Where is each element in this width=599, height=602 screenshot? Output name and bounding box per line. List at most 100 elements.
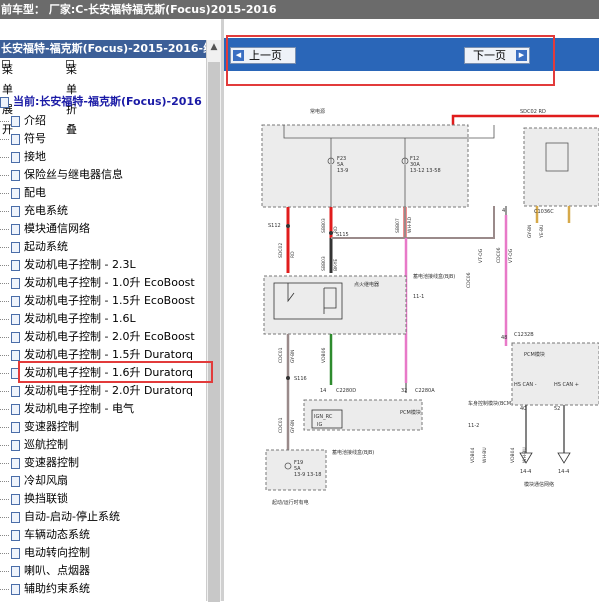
fuse-box-top bbox=[261, 124, 469, 208]
svg-text:GY-BN: GY-BN bbox=[290, 420, 296, 433]
tree-item[interactable]: 换挡联锁 bbox=[0, 490, 68, 508]
tree-item-label: 冷却风扇 bbox=[24, 474, 68, 487]
tree-item[interactable]: 辅助约束系统 bbox=[0, 580, 90, 598]
svg-text:模块通信网络: 模块通信网络 bbox=[524, 481, 554, 488]
document-icon bbox=[11, 241, 20, 253]
tree-item[interactable]: 变速器控制 bbox=[0, 418, 79, 436]
tree-item-label: 发动机电子控制 - 2.0升 Duratorq bbox=[24, 384, 194, 397]
tree-item[interactable]: 发动机电子控制 - 1.5升 EcoBoost bbox=[0, 292, 195, 310]
document-icon bbox=[11, 493, 20, 505]
tree-connector bbox=[0, 588, 9, 590]
svg-text:BK-YE: BK-YE bbox=[333, 259, 339, 271]
tree-item[interactable]: 发动机电子控制 - 2.3L bbox=[0, 256, 136, 274]
tree-item-label: 变速器控制 bbox=[24, 420, 79, 433]
svg-text:PCM模块: PCM模块 bbox=[524, 351, 545, 358]
tree-item[interactable]: 发动机电子控制 - 电气 bbox=[0, 400, 134, 418]
relay-box-top bbox=[523, 127, 599, 207]
tree-connector bbox=[0, 264, 9, 266]
svg-text:WH-BU: WH-BU bbox=[482, 447, 488, 463]
tree-connector bbox=[0, 192, 9, 194]
tree-item-label: 充电系统 bbox=[24, 204, 68, 217]
document-icon bbox=[11, 583, 20, 595]
tree-connector bbox=[0, 138, 9, 140]
tree-item-label: 发动机电子控制 - 1.6L bbox=[24, 312, 136, 325]
svg-text:YE-BU: YE-BU bbox=[539, 225, 545, 239]
svg-text:RD: RD bbox=[290, 251, 296, 258]
tree-item[interactable]: 保险丝与继电器信息 bbox=[0, 166, 123, 184]
svg-text:14-4: 14-4 bbox=[520, 469, 531, 475]
tree-item[interactable]: 起动系统 bbox=[0, 238, 68, 256]
tree-item[interactable]: 冷却风扇 bbox=[0, 472, 68, 490]
tree-item[interactable]: 车辆动态系统 bbox=[0, 526, 90, 544]
svg-text:4: 4 bbox=[502, 208, 505, 214]
tree-item-label: 发动机电子控制 - 1.5升 Duratorq bbox=[24, 348, 194, 361]
tree-root[interactable]: 当前:长安福特-福克斯(Focus)-2016 bbox=[0, 93, 202, 110]
tree-connector bbox=[0, 282, 9, 284]
svg-text:HS CAN -: HS CAN - bbox=[514, 382, 537, 388]
tree-connector bbox=[0, 372, 9, 374]
tree-item-label: 发动机电子控制 - 电气 bbox=[24, 402, 134, 415]
document-icon bbox=[11, 565, 20, 577]
tree-item[interactable]: 充电系统 bbox=[0, 202, 68, 220]
tree-item-label: 车辆动态系统 bbox=[24, 528, 90, 541]
tree-item[interactable]: 发动机电子控制 - 1.6L bbox=[0, 310, 136, 328]
tree-item-label: 换挡联锁 bbox=[24, 492, 68, 505]
tree-item[interactable]: 符号 bbox=[0, 130, 46, 148]
svg-text:VDB04: VDB04 bbox=[470, 448, 476, 463]
tree-item-label: 辅助约束系统 bbox=[24, 582, 90, 595]
tree-connector bbox=[0, 516, 9, 518]
tree-item[interactable]: 配电 bbox=[0, 184, 46, 202]
svg-text:车身控制模块(BCM): 车身控制模块(BCM) bbox=[468, 400, 513, 407]
tree-connector bbox=[0, 570, 9, 572]
svg-text:CDC06: CDC06 bbox=[496, 247, 502, 263]
tree-connector bbox=[0, 462, 9, 464]
svg-text:CDC01: CDC01 bbox=[278, 417, 284, 433]
svg-text:48: 48 bbox=[501, 335, 507, 341]
svg-text:RD: RD bbox=[333, 226, 339, 233]
svg-text:C1232B: C1232B bbox=[514, 332, 534, 338]
document-icon bbox=[11, 421, 20, 433]
document-icon bbox=[11, 529, 20, 541]
svg-text:HS CAN +: HS CAN + bbox=[554, 382, 579, 388]
document-icon bbox=[11, 439, 20, 451]
scroll-up-arrow-icon[interactable]: ▲ bbox=[208, 42, 220, 56]
tree-item[interactable]: 模块通信网络 bbox=[0, 220, 90, 238]
tree-item[interactable]: 变速器控制 bbox=[0, 454, 79, 472]
nav-highlight-box bbox=[226, 35, 555, 86]
tree-connector bbox=[0, 354, 9, 356]
tree-connector bbox=[0, 408, 9, 410]
tree-item-label: 发动机电子控制 - 2.3L bbox=[24, 258, 136, 271]
document-icon bbox=[11, 331, 20, 343]
tree-item-label: 喇叭、点烟器 bbox=[24, 564, 90, 577]
tree-toolbar: 菜单展开 菜单折叠 bbox=[0, 58, 206, 136]
tree-item-label: 接地 bbox=[24, 150, 46, 163]
tree-connector bbox=[0, 210, 9, 212]
tree-item[interactable]: 发动机电子控制 - 2.0升 Duratorq bbox=[0, 382, 193, 400]
window-title-bar: 前车型： 厂家:C-长安福特福克斯(Focus)2015-2016 bbox=[0, 0, 599, 19]
folder-icon bbox=[0, 96, 9, 108]
tree-connector bbox=[0, 300, 9, 302]
splice-s115-icon bbox=[329, 231, 333, 235]
svg-text:SDC02: SDC02 bbox=[278, 243, 284, 258]
tree-item[interactable]: 自动-启动-停止系统 bbox=[0, 508, 120, 526]
tree-item-label: 发动机电子控制 - 1.5升 EcoBoost bbox=[24, 294, 195, 307]
tree-item[interactable]: 接地 bbox=[0, 148, 46, 166]
scroll-thumb[interactable] bbox=[208, 62, 220, 602]
tree-item[interactable]: 发动机电子控制 - 2.0升 EcoBoost bbox=[0, 328, 195, 346]
chapter-tree: 介绍 符号接地保险丝与继电器信息配电充电系统模块通信网络 起动系统发动机电子控制 -… bbox=[0, 80, 206, 601]
tree-item[interactable]: 电动转向控制 bbox=[0, 544, 90, 562]
tree-item[interactable]: 巡航控制 bbox=[0, 436, 68, 454]
tree-scrollbar[interactable]: ▲ bbox=[206, 40, 221, 602]
svg-text:C1036C: C1036C bbox=[534, 209, 554, 215]
tree-item[interactable]: 喇叭、点烟器 bbox=[0, 562, 90, 580]
svg-text:13-12 13-58: 13-12 13-58 bbox=[410, 168, 441, 174]
splice-s112-icon bbox=[286, 224, 290, 228]
tree-item[interactable]: 发动机电子控制 - 1.0升 EcoBoost bbox=[0, 274, 195, 292]
document-icon bbox=[11, 223, 20, 235]
document-icon bbox=[11, 187, 20, 199]
svg-text:13-9: 13-9 bbox=[337, 168, 348, 174]
tree-item-label: 保险丝与继电器信息 bbox=[24, 168, 123, 181]
document-icon bbox=[11, 115, 20, 127]
tree-item[interactable]: 介绍 bbox=[0, 112, 46, 130]
svg-text:11-2: 11-2 bbox=[468, 423, 479, 429]
